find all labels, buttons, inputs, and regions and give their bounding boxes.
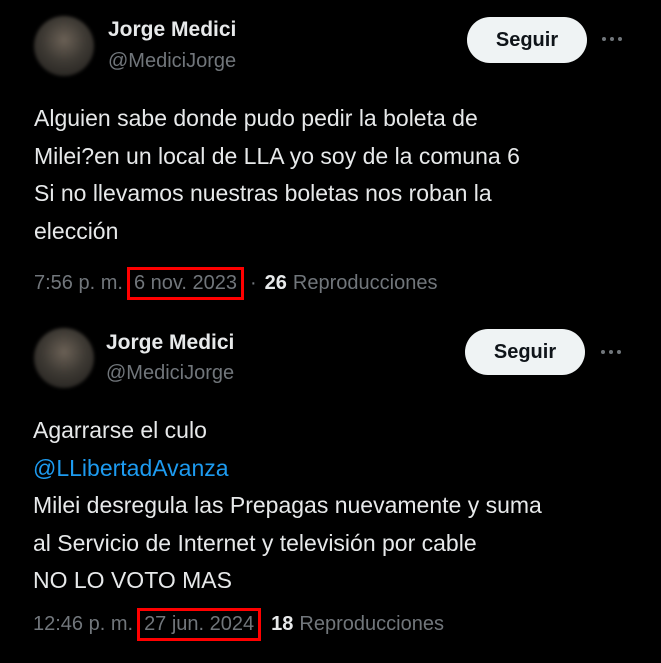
- avatar[interactable]: [34, 16, 94, 76]
- tweet-time[interactable]: 7:56 p. m.: [34, 272, 123, 295]
- tweet: Jorge Medici @MediciJorge Seguir Alguien…: [0, 0, 661, 322]
- tweet: Jorge Medici @MediciJorge Seguir Agarrar…: [0, 322, 661, 663]
- tweet-text-line: Alguien sabe donde pudo pedir la boleta …: [34, 105, 478, 131]
- tweet-text: Alguien sabe donde pudo pedir la boleta …: [34, 100, 520, 250]
- author-name[interactable]: Jorge Medici: [106, 331, 234, 355]
- views-label: Reproducciones: [299, 613, 444, 635]
- views-count: 18: [271, 613, 294, 635]
- more-icon[interactable]: [601, 350, 621, 354]
- tweet-date[interactable]: 6 nov. 2023: [126, 267, 244, 300]
- tweet-meta: 7:56 p. m. 6 nov. 2023 · 26 Reproduccion…: [34, 267, 437, 300]
- tweet-text-line: elección: [34, 217, 119, 244]
- tweet-text-line: Milei desregula las Prepagas nuevamente …: [33, 492, 542, 518]
- mention-link[interactable]: @LLibertadAvanza: [33, 450, 542, 488]
- tweet-text-line: Si no llevamos nuestras boletas nos roba…: [34, 180, 492, 206]
- tweet-text-line: al Servicio de Internet y televisión por…: [33, 529, 477, 556]
- follow-button[interactable]: Seguir: [467, 17, 587, 63]
- separator-dot: ·: [249, 272, 257, 294]
- tweet-text: Agarrarse el culo @LLibertadAvanza Milei…: [33, 412, 542, 600]
- tweet-text-line: Milei?en un local de LLA yo soy de la co…: [34, 142, 520, 169]
- author-handle[interactable]: @MediciJorge: [108, 50, 236, 73]
- more-icon[interactable]: [602, 37, 622, 41]
- author-handle[interactable]: @MediciJorge: [106, 362, 234, 385]
- tweet-date[interactable]: 27 jun. 2024: [137, 608, 262, 641]
- tweet-text-line: NO LO VOTO MAS: [33, 567, 232, 593]
- views-count: 26: [264, 272, 287, 294]
- tweet-text-line: Agarrarse el culo: [33, 417, 207, 443]
- tweet-time[interactable]: 12:46 p. m.: [33, 613, 133, 636]
- tweet-meta: 12:46 p. m. 27 jun. 2024 18 Reproduccion…: [33, 608, 444, 641]
- avatar[interactable]: [34, 328, 94, 388]
- views-label: Reproducciones: [292, 272, 438, 294]
- follow-button[interactable]: Seguir: [465, 329, 585, 375]
- author-name[interactable]: Jorge Medici: [108, 18, 236, 42]
